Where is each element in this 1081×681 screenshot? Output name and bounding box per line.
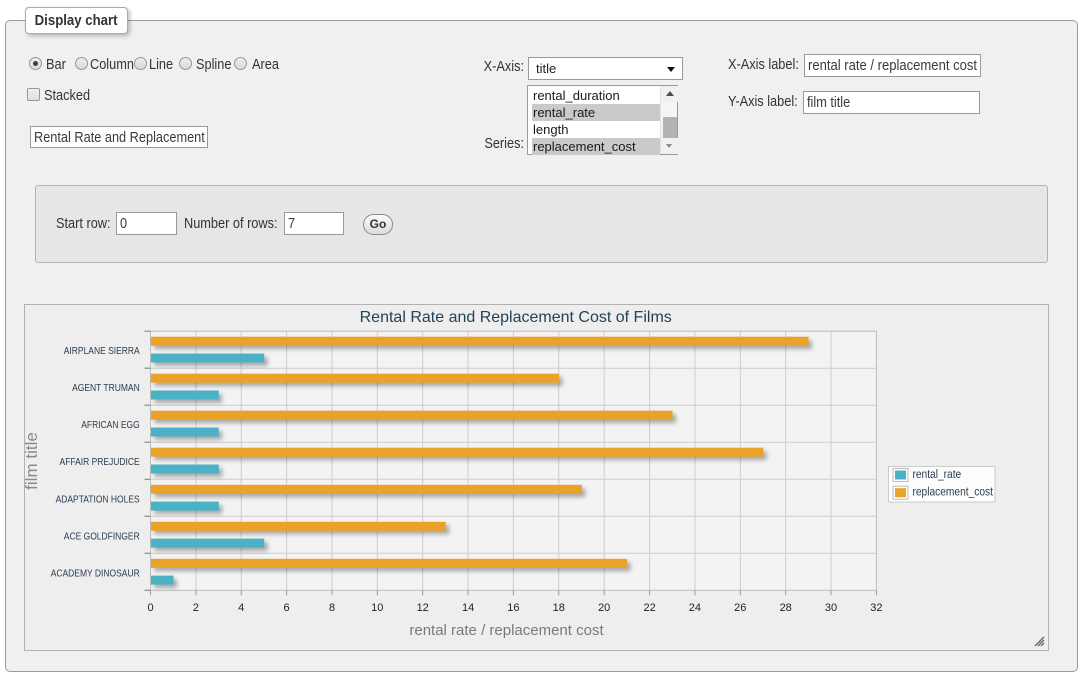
svg-text:8: 8 <box>329 602 335 614</box>
svg-text:AIRPLANE SIERRA: AIRPLANE SIERRA <box>64 346 141 357</box>
svg-text:26: 26 <box>734 602 746 614</box>
svg-text:0: 0 <box>147 602 153 614</box>
svg-text:24: 24 <box>689 602 701 614</box>
svg-text:ACADEMY DINOSAUR: ACADEMY DINOSAUR <box>51 568 140 579</box>
svg-text:22: 22 <box>643 602 655 614</box>
svg-text:2: 2 <box>193 602 199 614</box>
svg-text:ACE GOLDFINGER: ACE GOLDFINGER <box>64 531 140 542</box>
svg-text:AFFAIR PREJUDICE: AFFAIR PREJUDICE <box>60 457 140 468</box>
svg-text:28: 28 <box>780 602 792 614</box>
svg-text:20: 20 <box>598 602 610 614</box>
svg-text:32: 32 <box>870 602 882 614</box>
svg-text:4: 4 <box>238 602 244 614</box>
svg-text:AFRICAN EGG: AFRICAN EGG <box>81 420 139 431</box>
svg-text:AGENT TRUMAN: AGENT TRUMAN <box>72 383 140 394</box>
svg-text:Rental Rate and Replacement Co: Rental Rate and Replacement Cost of Film… <box>360 309 672 326</box>
svg-text:10: 10 <box>371 602 383 614</box>
svg-text:film title: film title <box>24 432 41 490</box>
svg-text:ADAPTATION HOLES: ADAPTATION HOLES <box>56 494 140 505</box>
svg-text:rental_rate: rental_rate <box>913 468 962 481</box>
svg-text:14: 14 <box>462 602 474 614</box>
svg-text:16: 16 <box>507 602 519 614</box>
svg-text:6: 6 <box>284 602 290 614</box>
svg-text:18: 18 <box>553 602 565 614</box>
svg-text:rental rate / replacement cost: rental rate / replacement cost <box>409 622 604 639</box>
svg-text:replacement_cost: replacement_cost <box>913 486 994 499</box>
svg-text:30: 30 <box>825 602 837 614</box>
svg-text:12: 12 <box>417 602 429 614</box>
